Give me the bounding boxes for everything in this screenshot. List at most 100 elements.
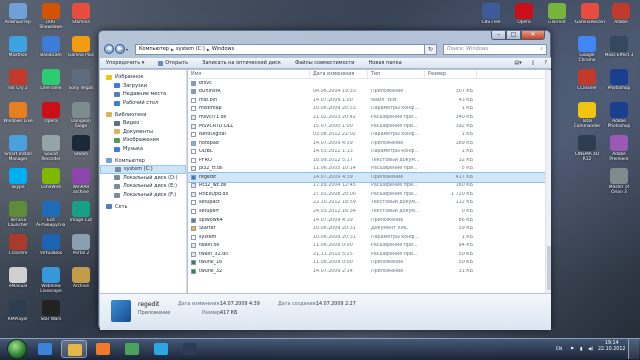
- open-button[interactable]: Открыть: [158, 60, 188, 66]
- preview-pane-icon[interactable]: ▯: [532, 60, 535, 66]
- minimize-button[interactable]: –: [491, 31, 506, 40]
- network-icon[interactable]: ▮: [580, 347, 582, 352]
- desktop-icon[interactable]: Master of Orion 3: [604, 168, 634, 195]
- organize-button[interactable]: Упорядочить ▾: [106, 60, 144, 66]
- taskbar-app-media[interactable]: [90, 340, 116, 358]
- desktop-icon[interactable]: Steam: [66, 135, 96, 157]
- window-titlebar[interactable]: – □ ✕: [99, 31, 550, 41]
- file-row[interactable]: RtlExUpd.dll 27.03.2008 20:00 Расширение п…: [188, 190, 551, 199]
- column-type[interactable]: Тип: [368, 70, 425, 79]
- scrollbar-thumb[interactable]: [547, 246, 551, 290]
- breadcrumb-system-c[interactable]: system (C:): [176, 46, 205, 52]
- taskbar-app-skype[interactable]: [148, 340, 174, 358]
- file-row[interactable]: MSVCRTD.DLL 15.07.2000 1:00 Расширение при…: [188, 122, 551, 131]
- desktop-icon[interactable]: KMPlayer: [3, 300, 33, 322]
- desktop-icon[interactable]: uTorrent: [542, 3, 572, 25]
- desktop-icon[interactable]: Mass Effect 3: [604, 36, 634, 58]
- desktop-icon[interactable]: Компьютер: [3, 3, 33, 25]
- nav-item-локальный-диск-e[interactable]: Локальный диск (E:): [100, 182, 186, 191]
- vertical-scrollbar[interactable]: [545, 70, 551, 293]
- file-row[interactable]: Rt32_wc.dll 17.09.2004 12:45 Расширение пр…: [188, 182, 551, 191]
- desktop-icon[interactable]: Bandicam: [36, 36, 66, 58]
- file-row[interactable]: twunk_16 11.06.2009 0:00 Приложение 50 КБ: [188, 258, 551, 267]
- nav-item-локальный-диск-f[interactable]: Локальный диск (F:): [100, 191, 186, 200]
- file-row[interactable]: bUninstR 04.06.2004 19:33 Приложение 307 КБ: [188, 88, 551, 97]
- file-row[interactable]: setupact 22.10.2012 18:59 Текстовый докум.…: [188, 199, 551, 208]
- desktop-icon[interactable]: Terraria Launcher: [3, 201, 33, 228]
- new-folder-button[interactable]: Новая папка: [369, 60, 402, 66]
- desktop-icon[interactable]: LimeWire: [36, 168, 66, 190]
- breadcrumb-windows[interactable]: Windows: [212, 46, 234, 52]
- back-button[interactable]: ◀: [104, 44, 114, 54]
- desktop-icon[interactable]: CCleaner: [572, 69, 602, 91]
- taskbar-app-ie[interactable]: [32, 340, 58, 358]
- language-indicator[interactable]: EN: [556, 347, 562, 352]
- file-row[interactable]: msdfmap 10.06.2009 20:53 Параметры конф...…: [188, 105, 551, 114]
- desktop-icon[interactable]: Crossfire: [3, 234, 33, 256]
- nav-item-компьютер[interactable]: Компьютер: [100, 156, 186, 165]
- breadcrumb-computer[interactable]: Компьютер: [139, 46, 169, 52]
- desktop-icon[interactable]: WebView Livescope: [36, 267, 66, 294]
- desktop-icon[interactable]: CBS Free: [476, 3, 506, 25]
- file-row[interactable]: mib.bin 14.07.2009 1:00 Файл "BIN" 43 КБ: [188, 96, 551, 105]
- nav-item-локальный-диск-d[interactable]: Локальный диск (D:): [100, 174, 186, 183]
- file-row[interactable]: pl32_tr.dll 11.06.2005 10:14 Расширение пр…: [188, 164, 551, 173]
- taskbar-app-steam[interactable]: [177, 340, 203, 358]
- desktop-icon[interactable]: Sony Vegas: [66, 69, 96, 91]
- desktop-icon[interactable]: Windows Live: [3, 102, 33, 124]
- desktop-icon[interactable]: Photoshop: [604, 69, 634, 91]
- column-size[interactable]: Размер: [425, 70, 477, 79]
- desktop-icon[interactable]: GarenaRecovery: [575, 3, 605, 25]
- desktop-icon[interactable]: Ecit Антивирусная: [36, 201, 66, 228]
- recent-pages-dropdown[interactable]: ▾: [126, 47, 132, 52]
- file-row[interactable]: system 10.06.2009 20:31 Параметры конф... 1…: [188, 233, 551, 242]
- forward-button[interactable]: ▶: [115, 44, 125, 54]
- desktop-icon[interactable]: Opera: [509, 3, 539, 25]
- help-icon[interactable]: ?: [544, 60, 547, 66]
- nav-item-сеть[interactable]: Сеть: [100, 202, 186, 211]
- nav-item-библиотеки[interactable]: Библиотеки: [100, 110, 186, 119]
- nav-item-избранное[interactable]: Избранное: [100, 73, 186, 82]
- desktop-icon[interactable]: Far Cry 2: [3, 69, 33, 91]
- tray-flag-icon[interactable]: ⚑: [570, 347, 574, 352]
- column-name[interactable]: Имя: [188, 70, 310, 79]
- nav-item-system-c[interactable]: system (C:): [100, 164, 186, 174]
- file-row[interactable]: regedit 14.07.2009 4:39 Приложение 417 КБ: [188, 172, 551, 183]
- desktop-icon[interactable]: Portal 2: [66, 234, 96, 256]
- file-row[interactable]: PFRO 18.09.2012 5:17 Текстовый докум... 32 …: [188, 156, 551, 165]
- maximize-button[interactable]: □: [506, 31, 521, 40]
- show-desktop-button[interactable]: [628, 339, 639, 359]
- desktop-icon[interactable]: Adobe Premiere: [604, 135, 634, 162]
- nav-item-изображения[interactable]: Изображения: [100, 136, 186, 145]
- desktop-icon[interactable]: WinRAR archive: [66, 168, 96, 195]
- desktop-icon[interactable]: Opera: [36, 102, 66, 124]
- desktop-icon[interactable]: Maxthon: [3, 36, 33, 58]
- desktop-icon[interactable]: Adobe Photoshop: [604, 102, 634, 129]
- desktop-icon[interactable]: Google Chrome: [572, 36, 602, 63]
- nav-item-музыка[interactable]: Музыка: [100, 145, 186, 154]
- nav-item-видео[interactable]: Видео: [100, 119, 186, 128]
- desktop-icon[interactable]: VirtualBox: [36, 234, 66, 256]
- nav-item-рабочий-стол[interactable]: Рабочий стол: [100, 99, 186, 108]
- file-row[interactable]: splwow64 14.07.2009 4:39 Приложение 86 КБ: [188, 216, 551, 225]
- file-row[interactable]: Starter 10.06.2009 20:31 Документ XML 39 КБ: [188, 224, 551, 233]
- desktop-icon[interactable]: Garena Plus: [66, 36, 96, 58]
- start-button[interactable]: [7, 339, 27, 359]
- file-row[interactable]: twain.dll 11.06.2009 0:00 Расширение при..…: [188, 241, 551, 250]
- desktop-icon[interactable]: Smart Install Manager: [3, 135, 33, 162]
- file-row[interactable]: NeroDigital 03.08.2012 22:02 Параметры кон…: [188, 130, 551, 139]
- desktop-icon[interactable]: Image Cut: [66, 201, 96, 223]
- refresh-button[interactable]: ↻: [425, 43, 437, 55]
- desktop-icon[interactable]: Adobe: [606, 3, 636, 25]
- file-row[interactable]: twain_32.dll 21.11.2010 5:25 Расширение пр…: [188, 250, 551, 259]
- clock[interactable]: 19:14 22.10.2012: [598, 341, 625, 353]
- close-button[interactable]: ✕: [521, 31, 545, 40]
- desktop-icon[interactable]: DiRT Showdown: [36, 3, 66, 30]
- search-input[interactable]: Поиск: Windows ⌕: [443, 43, 547, 55]
- desktop-icon[interactable]: Sound Recorder: [36, 135, 66, 162]
- desktop-icon[interactable]: Dungeon Siege: [66, 102, 96, 129]
- volume-icon[interactable]: ◀): [588, 347, 593, 352]
- desktop-icon[interactable]: Archive: [66, 267, 96, 289]
- desktop-icon[interactable]: CINEMA 4D R12: [572, 135, 602, 162]
- desktop-icon[interactable]: Star Wars: [36, 300, 66, 322]
